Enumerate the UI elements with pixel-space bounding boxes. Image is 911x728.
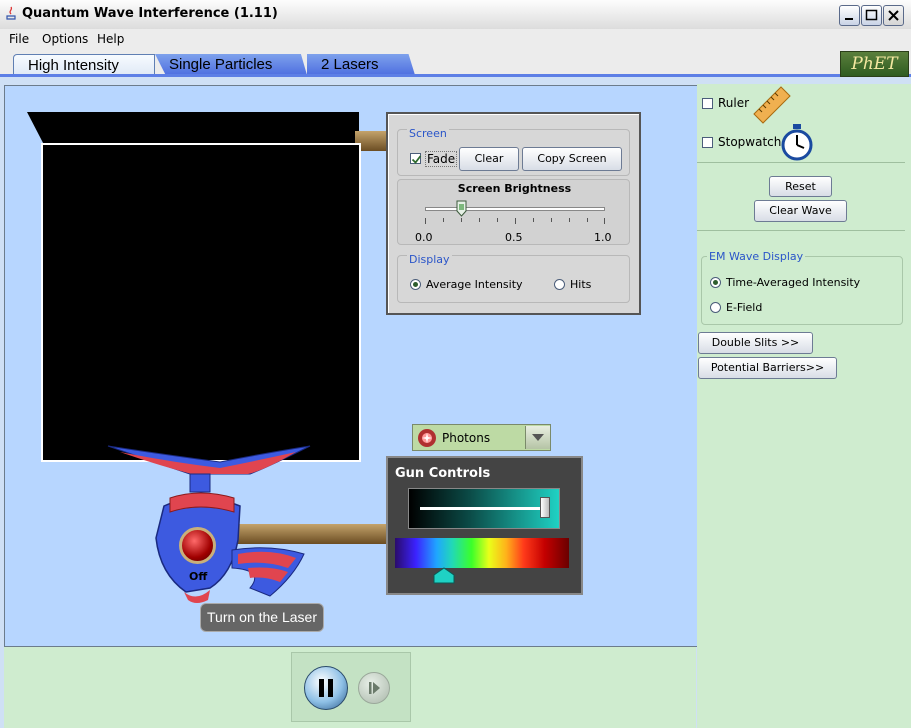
double-slits-button[interactable]: Double Slits >>: [698, 332, 813, 354]
brightness-group: Screen Brightness 0.0 0.5 1.0: [397, 179, 630, 245]
brightness-tick-max: 1.0: [594, 231, 612, 244]
tab-single-particles[interactable]: Single Particles: [155, 54, 307, 75]
gun-controls-title: Gun Controls: [395, 466, 491, 481]
turn-on-laser-tooltip: Turn on the Laser: [200, 603, 324, 632]
ruler-icon: [753, 86, 791, 124]
menu-options[interactable]: Options: [42, 32, 88, 46]
menu-file[interactable]: File: [9, 32, 29, 46]
hits-label: Hits: [570, 278, 592, 291]
stopwatch-checkbox[interactable]: [702, 137, 713, 148]
clock-controls: [291, 652, 411, 722]
particle-dropdown-value: Photons: [442, 431, 491, 445]
stopwatch-label: Stopwatch: [718, 135, 782, 149]
step-icon: [369, 682, 380, 694]
time-averaged-intensity-radio[interactable]: [710, 277, 721, 288]
reset-button[interactable]: Reset: [769, 176, 832, 197]
clear-wave-button[interactable]: Clear Wave: [754, 200, 847, 222]
brightness-title: Screen Brightness: [457, 182, 572, 195]
maximize-icon: [865, 9, 878, 21]
brightness-tick-mid: 0.5: [505, 231, 523, 244]
em-wave-display-group: EM Wave Display Time-Averaged Intensity …: [701, 250, 903, 325]
wavelength-slider-thumb[interactable]: [433, 567, 455, 584]
brightness-slider-track[interactable]: [425, 207, 605, 211]
tab-2-lasers[interactable]: 2 Lasers: [307, 54, 415, 75]
screen-top-edge: [27, 112, 359, 144]
laser-power-button[interactable]: [179, 527, 216, 564]
potential-barriers-button[interactable]: Potential Barriers>>: [698, 357, 837, 379]
step-button[interactable]: [358, 672, 390, 704]
e-field-radio[interactable]: [710, 302, 721, 313]
intensity-control: [408, 488, 560, 529]
intensity-slider-track[interactable]: [420, 507, 548, 510]
screen-control-panel: Screen Fade Clear Copy Screen Screen Bri…: [386, 112, 641, 315]
close-icon: [888, 10, 899, 21]
intensity-slider-thumb[interactable]: [540, 497, 550, 518]
fade-label: Fade: [425, 151, 458, 167]
minimize-button[interactable]: [839, 5, 860, 26]
phet-logo: PhET: [840, 51, 909, 77]
detector-screen: [41, 143, 361, 462]
average-intensity-label: Average Intensity: [426, 278, 523, 291]
display-group: Display Average Intensity Hits: [397, 253, 630, 303]
copy-screen-button[interactable]: Copy Screen: [522, 147, 622, 171]
close-button[interactable]: [883, 5, 904, 26]
window-title: Quantum Wave Interference (1.11): [22, 6, 278, 21]
minimize-icon: [845, 18, 853, 20]
e-field-label: E-Field: [726, 301, 763, 314]
java-icon: [6, 6, 16, 20]
ruler-label: Ruler: [718, 96, 750, 110]
check-icon: [411, 155, 422, 164]
maximize-button[interactable]: [861, 5, 882, 26]
menu-bar: File Options Help: [0, 29, 911, 49]
average-intensity-radio[interactable]: [410, 279, 421, 290]
menu-help[interactable]: Help: [97, 32, 124, 46]
brightness-slider-thumb[interactable]: [456, 200, 467, 217]
control-panel: Ruler Stopwatch Reset Clear Wave EM Wave…: [697, 84, 911, 728]
chevron-down-icon: [532, 434, 544, 441]
clear-screen-button[interactable]: Clear: [459, 147, 519, 171]
stopwatch-icon: [781, 124, 813, 161]
wavelength-spectrum[interactable]: [395, 538, 569, 568]
laser-gun: [107, 445, 311, 603]
hits-radio[interactable]: [554, 279, 565, 290]
ruler-checkbox[interactable]: [702, 98, 713, 109]
tab-underline: [0, 74, 911, 77]
pause-button[interactable]: [304, 666, 348, 710]
pause-icon: [319, 679, 333, 697]
display-group-title: Display: [407, 253, 452, 266]
fade-checkbox[interactable]: [410, 153, 422, 164]
tab-high-intensity[interactable]: High Intensity: [13, 54, 155, 75]
time-averaged-intensity-label: Time-Averaged Intensity: [726, 276, 861, 289]
brightness-tick-min: 0.0: [415, 231, 433, 244]
title-bar: Quantum Wave Interference (1.11): [0, 0, 911, 30]
screen-group: Screen Fade Clear Copy Screen: [397, 127, 630, 176]
dropdown-arrow-button[interactable]: [525, 426, 550, 449]
photon-icon: [418, 429, 436, 447]
em-wave-display-title: EM Wave Display: [707, 250, 806, 263]
screen-group-title: Screen: [407, 127, 449, 140]
particle-dropdown[interactable]: Photons: [412, 424, 551, 451]
gun-state-label: Off: [189, 570, 208, 583]
